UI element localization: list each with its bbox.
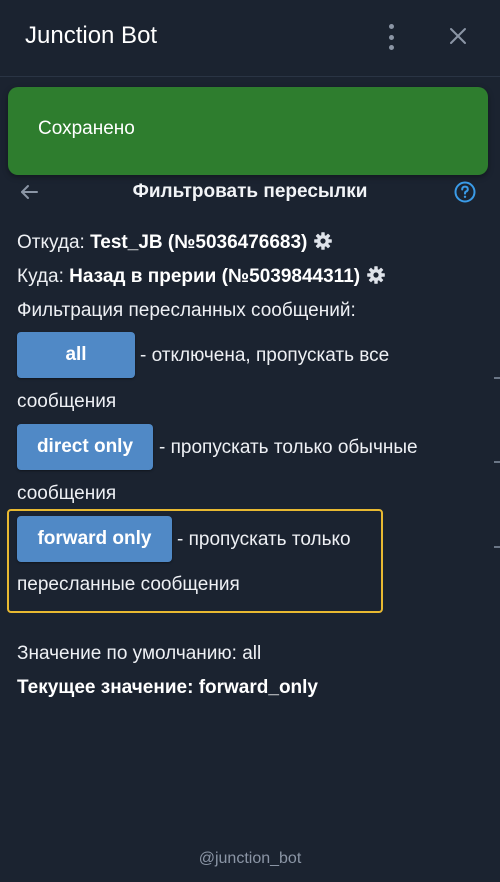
source-label: Откуда:	[17, 232, 85, 253]
option-forward-only-description: - пропускать только	[177, 529, 351, 550]
option-all-button[interactable]: all	[17, 332, 135, 378]
bot-username-footer: @junction_bot	[198, 850, 302, 867]
current-value-label: Текущее значение:	[17, 677, 194, 698]
question-circle-icon[interactable]	[454, 181, 476, 203]
option-forward-only-description-cont: пересланные сообщения	[17, 574, 240, 595]
option-forward-only-button[interactable]: forward only	[17, 516, 172, 562]
destination-label: Куда:	[17, 266, 64, 287]
source-chat-value: Test_JB (№5036476683)	[90, 232, 308, 253]
app-header: Junction Bot	[0, 0, 500, 77]
current-value: forward_only	[198, 677, 319, 698]
scroll-marker	[494, 377, 500, 379]
option-direct-only-button[interactable]: direct only	[17, 424, 153, 470]
gear-icon[interactable]	[313, 231, 333, 251]
destination-chat-value: Назад в прерии (№5039844311)	[69, 266, 361, 287]
close-icon[interactable]	[448, 26, 468, 46]
scroll-marker	[494, 461, 500, 463]
saved-toast: Сохранено	[8, 87, 488, 175]
filter-label: Фильтрация пересланных сообщений:	[17, 300, 356, 321]
source-chat-line: Откуда: Test_JB (№5036476683)	[17, 231, 333, 254]
app-title: Junction Bot	[25, 22, 158, 49]
scroll-marker	[494, 546, 500, 548]
gear-icon[interactable]	[366, 265, 386, 285]
option-all-description-cont: сообщения	[17, 391, 117, 412]
current-value-line: Текущее значение: forward_only	[17, 677, 318, 699]
default-value-text: Значение по умолчанию: all	[17, 643, 262, 664]
panel-title: Фильтровать пересылки	[132, 181, 368, 202]
arrow-left-icon[interactable]	[18, 181, 40, 203]
toast-text: Сохранено	[38, 118, 135, 139]
option-direct-only-description-cont: сообщения	[17, 483, 117, 504]
option-all-description: - отключена, пропускать все	[140, 345, 390, 366]
option-direct-only-description: - пропускать только обычные	[159, 437, 418, 458]
destination-chat-line: Куда: Назад в прерии (№5039844311)	[17, 265, 386, 288]
kebab-menu-icon[interactable]	[382, 24, 400, 50]
